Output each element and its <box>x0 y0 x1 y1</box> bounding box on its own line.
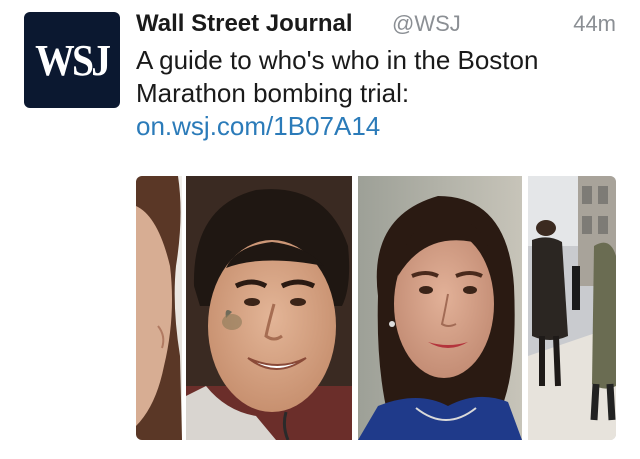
photo-3-image <box>358 176 522 440</box>
display-name[interactable]: Wall Street Journal <box>136 10 353 38</box>
avatar-logo-text: WSJ <box>35 35 111 85</box>
photo-panel-4[interactable] <box>528 176 616 440</box>
tweet-media[interactable] <box>136 176 616 440</box>
avatar[interactable]: WSJ <box>24 12 120 108</box>
tweet-link[interactable]: on.wsj.com/1B07A14 <box>136 111 380 141</box>
photo-4-image <box>528 176 616 440</box>
photo-panel-3[interactable] <box>358 176 522 440</box>
handle[interactable]: @WSJ <box>392 11 461 37</box>
timestamp[interactable]: 44m <box>573 11 616 37</box>
tweet-header: Wall Street Journal @WSJ 44m <box>136 10 616 42</box>
tweet-text-body: A guide to who's who in the Boston Marat… <box>136 45 539 108</box>
photo-panel-2[interactable] <box>186 176 352 440</box>
tweet[interactable]: WSJ Wall Street Journal @WSJ 44m A guide… <box>0 0 640 459</box>
photo-2-image <box>186 176 352 440</box>
photo-panel-1[interactable] <box>136 176 182 440</box>
photo-1-image <box>136 176 182 440</box>
tweet-text: A guide to who's who in the Boston Marat… <box>136 44 606 143</box>
